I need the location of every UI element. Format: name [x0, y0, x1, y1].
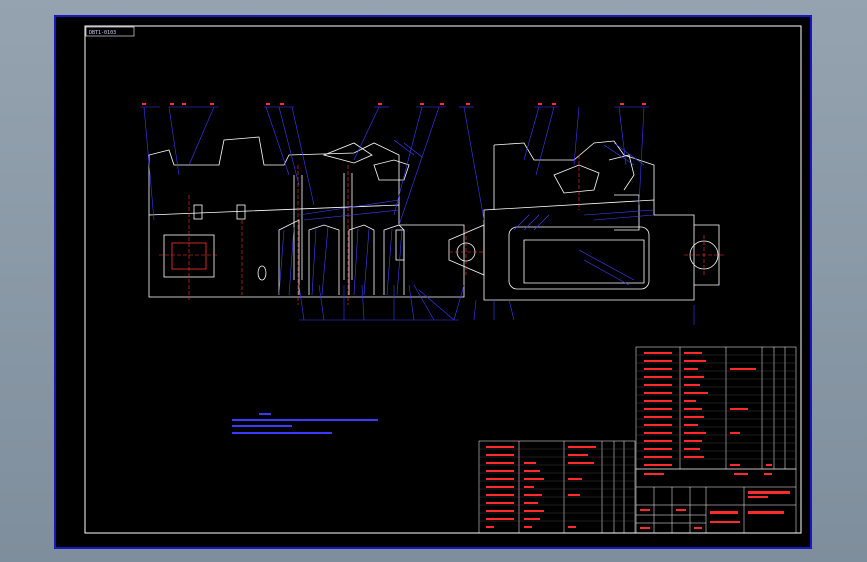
- leader-lines-right: [453, 106, 695, 325]
- outer-frame: [54, 15, 812, 549]
- title-block-text: [640, 473, 790, 529]
- section-hatch-right: [513, 142, 655, 286]
- side-view-right: [448, 140, 720, 301]
- parts-list-upper-rows: [636, 354, 796, 460]
- drawing-canvas[interactable]: DBT1-0103: [54, 15, 812, 549]
- technical-notes: [232, 413, 378, 434]
- cad-viewport[interactable]: DBT1-0103: [0, 0, 867, 562]
- part-number-marks: [142, 103, 646, 105]
- section-hatch-left: [278, 139, 423, 296]
- parts-list-upper-text: [644, 352, 772, 466]
- corner-tag: DBT1-0103: [89, 30, 116, 36]
- engineering-drawing: DBT1-0103: [54, 15, 812, 549]
- title-block: [635, 468, 797, 534]
- parts-list-lower-text: [486, 446, 596, 528]
- section-view-left: [148, 136, 465, 298]
